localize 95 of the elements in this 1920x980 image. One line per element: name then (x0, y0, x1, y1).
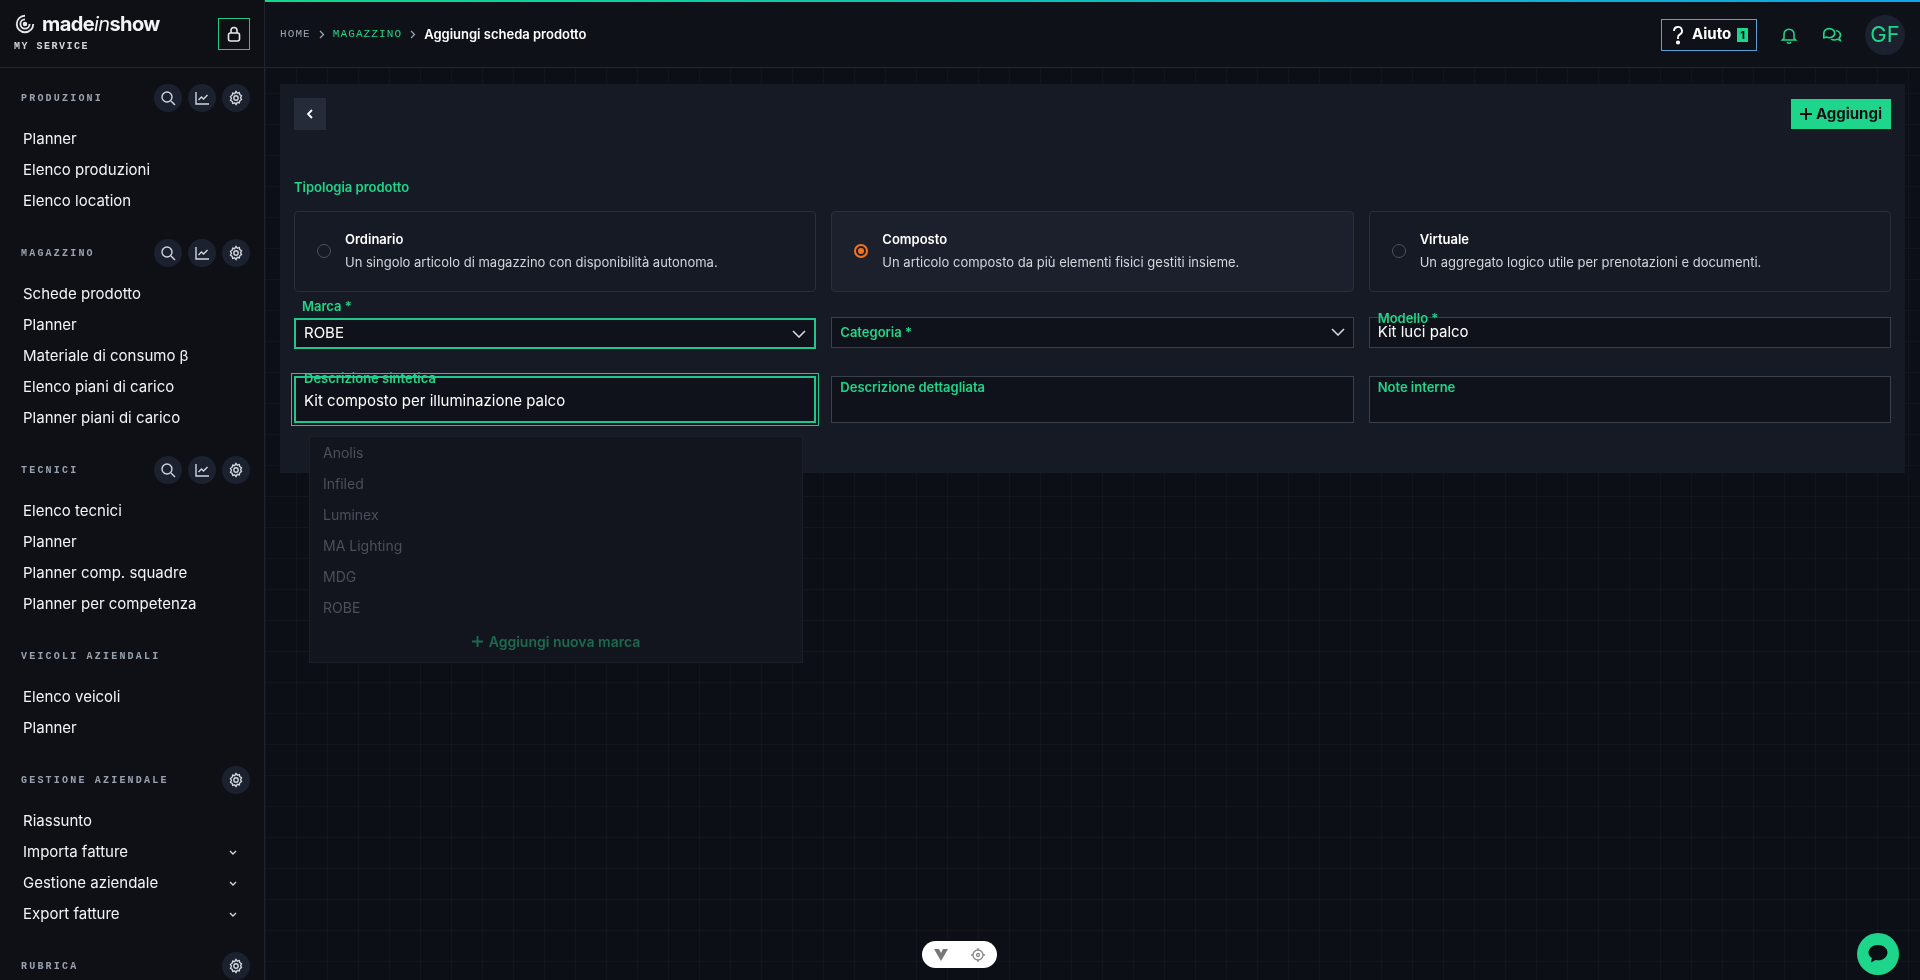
sidebar-item[interactable]: Planner (23, 717, 77, 740)
chevron-down-icon[interactable] (229, 849, 237, 856)
settings-icon (228, 245, 244, 261)
field-label: Note interne (1377, 379, 1457, 395)
sidebar-item[interactable]: Planner comp. squadre (23, 562, 188, 585)
sidebar-item[interactable]: Elenco veicoli (23, 686, 121, 709)
chart-icon (194, 245, 210, 261)
option-title: Virtuale (1419, 229, 1470, 249)
search-button[interactable] (154, 239, 182, 267)
sidebar-item[interactable]: Planner piani di carico (23, 407, 181, 430)
sidebar-item[interactable]: Export fatture (23, 903, 120, 926)
logo-icon (14, 13, 36, 35)
chevron-down-icon[interactable] (229, 911, 237, 918)
option-description: Un aggregato logico utile per prenotazioni e documenti. (1419, 253, 1762, 272)
brand-subtitle: MY SERVICE (14, 40, 90, 54)
breadcrumb: Aggiungi scheda prodotto (424, 24, 587, 44)
breadcrumb[interactable]: MAGAZZINO (332, 26, 403, 43)
search-icon (160, 462, 176, 478)
product-type-option[interactable]: Composto Un articolo composto da più elementi fisici gestiti insieme. (831, 210, 1354, 292)
plus-icon (471, 636, 483, 647)
select-field[interactable]: ROBE (294, 318, 817, 349)
settings-button[interactable] (222, 456, 250, 484)
input-field[interactable]: Descrizione dettagliata (831, 376, 1354, 423)
sidebar-item[interactable]: Planner (23, 531, 77, 554)
sidebar-item[interactable]: Planner per competenza (23, 593, 197, 616)
settings-icon (228, 90, 244, 106)
breadcrumb[interactable]: HOME (280, 26, 311, 43)
chevron-right-icon (318, 30, 325, 39)
section-title: PRODUZIONI (21, 91, 103, 106)
product-type-option[interactable]: Ordinario Un singolo articolo di magazzino con disponibilità autonoma. (294, 210, 817, 292)
chat-button[interactable] (1857, 933, 1899, 975)
help-button[interactable]: Aiuto 1 (1661, 18, 1757, 51)
chart-button[interactable] (188, 84, 216, 112)
radio-button[interactable] (854, 244, 869, 258)
section-title: TECNICI (21, 463, 79, 478)
select-field[interactable]: Categoria * (831, 316, 1354, 348)
option-title: Composto (882, 229, 949, 249)
user-avatar[interactable]: GF (1865, 14, 1905, 55)
search-button[interactable] (154, 456, 182, 484)
field-value: ROBE (304, 322, 344, 345)
field-label: Categoria * (840, 324, 912, 340)
v-logo-icon[interactable] (933, 948, 948, 961)
sidebar-item[interactable]: Schede prodotto (23, 283, 141, 306)
settings-button[interactable] (222, 952, 250, 980)
sidebar-item[interactable]: Elenco produzioni (23, 159, 151, 182)
option-description: Un articolo composto da più elementi fisici gestiti insieme. (882, 253, 1240, 272)
section-title: VEICOLI AZIENDALI (21, 649, 161, 664)
section-title: MAGAZZINO (21, 246, 95, 261)
option-title: Ordinario (345, 229, 405, 249)
chevron-down-icon (792, 329, 807, 338)
chevron-left-icon (305, 108, 315, 120)
sidebar-item[interactable]: Elenco tecnici (23, 500, 122, 523)
settings-button[interactable] (222, 766, 250, 794)
chart-icon (194, 90, 210, 106)
chat-bubble-icon (1867, 944, 1889, 964)
lock-button[interactable] (218, 17, 250, 50)
sidebar-item[interactable]: Planner (23, 314, 77, 337)
product-type-label: Tipologia prodotto (294, 178, 410, 197)
option-description: Un singolo articolo di magazzino con disponibilità autonoma. (345, 253, 718, 272)
help-label: Aiuto (1692, 23, 1732, 46)
settings-button[interactable] (222, 239, 250, 267)
chart-icon (194, 462, 210, 478)
search-icon (160, 90, 176, 106)
section-title: RUBRICA (21, 959, 79, 974)
sidebar-item[interactable]: Planner (23, 128, 77, 151)
settings-button[interactable] (222, 84, 250, 112)
sidebar-item[interactable]: Importa fatture (23, 841, 129, 864)
help-count-badge: 1 (1737, 27, 1748, 42)
sidebar-item[interactable]: Gestione aziendale (23, 872, 159, 895)
sidebar-item[interactable]: Riassunto (23, 810, 93, 833)
crosshair-icon[interactable] (971, 947, 986, 962)
sidebar-item[interactable]: Elenco location (23, 190, 132, 213)
section-title: GESTIONE AZIENDALE (21, 773, 169, 788)
sidebar-item[interactable]: Materiale di consumo β (23, 345, 189, 368)
settings-icon (228, 958, 244, 974)
input-field[interactable]: Note interne (1368, 376, 1891, 423)
chart-button[interactable] (188, 239, 216, 267)
chart-button[interactable] (188, 456, 216, 484)
product-type-option[interactable]: Virtuale Un aggregato logico utile per prenotazioni e documenti. (1368, 210, 1891, 292)
sidebar-item[interactable]: Elenco piani di carico (23, 376, 175, 399)
chevron-right-icon (410, 30, 417, 39)
back-button[interactable] (294, 98, 326, 130)
field-value: Kit composto per illuminazione palco (304, 390, 567, 412)
settings-icon (228, 462, 244, 478)
search-button[interactable] (154, 84, 182, 112)
chevron-down-icon (1330, 328, 1345, 336)
search-icon (160, 245, 176, 261)
settings-icon (228, 772, 244, 788)
lock-icon (227, 25, 241, 42)
add-button[interactable]: Aggiungi (1790, 99, 1891, 129)
field-label: Marca * (302, 296, 352, 316)
field-label: Descrizione dettagliata (840, 379, 987, 395)
chevron-down-icon[interactable] (229, 880, 237, 887)
plus-icon (1799, 108, 1812, 120)
brand-logo: madeinshow (42, 14, 160, 34)
